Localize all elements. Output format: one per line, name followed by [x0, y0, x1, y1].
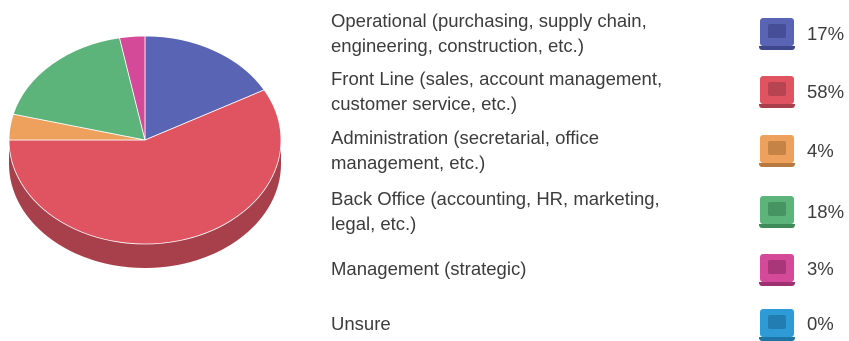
- legend-label: Front Line (sales, account management, cu…: [331, 66, 721, 116]
- legend-value: 4%: [807, 139, 834, 161]
- legend-label: Administration (secretarial, office manag…: [331, 125, 721, 175]
- legend-label-line: engineering, construction, etc.): [331, 35, 584, 56]
- legend-label-line: Front Line (sales, account management,: [331, 68, 663, 89]
- legend-item-4: Management (strategic) 3%: [331, 253, 849, 286]
- legend-swatch: [759, 253, 795, 286]
- pie-top: [8, 35, 282, 245]
- legend-label: Management (strategic): [331, 256, 721, 281]
- legend-swatch: [759, 135, 795, 167]
- legend-value: 0%: [807, 313, 834, 334]
- pie-chart: [8, 35, 282, 268]
- legend-swatch: [759, 196, 795, 228]
- legend-label-line: management, etc.): [331, 152, 486, 173]
- legend-label-line: Operational (purchasing, supply chain,: [331, 10, 647, 31]
- legend-swatch: [759, 308, 795, 341]
- legend-label-line: Back Office (accounting, HR, marketing,: [331, 188, 660, 209]
- legend-item-0: Operational (purchasing, supply chain, en…: [331, 8, 849, 58]
- legend-item-1: Front Line (sales, account management, cu…: [331, 66, 849, 116]
- legend-swatch: [759, 76, 795, 108]
- legend-swatch: [759, 18, 795, 50]
- legend-value: 58%: [807, 80, 845, 102]
- legend-label: Unsure: [331, 311, 721, 336]
- legend-item-3: Back Office (accounting, HR, marketing, l…: [331, 186, 849, 236]
- legend-label: Back Office (accounting, HR, marketing, l…: [331, 186, 721, 236]
- legend-label-line: legal, etc.): [331, 213, 417, 234]
- legend-label-line: Management (strategic): [331, 258, 527, 279]
- legend-value: 17%: [807, 22, 845, 44]
- legend-value: 18%: [807, 200, 845, 222]
- legend-item-2: Administration (secretarial, office manag…: [331, 125, 849, 175]
- legend-value: 3%: [807, 258, 834, 279]
- legend-item-5: Unsure 0%: [331, 308, 849, 341]
- legend-label-line: Administration (secretarial, office: [331, 127, 600, 148]
- legend-label-line: Unsure: [331, 313, 391, 334]
- legend-label-line: customer service, etc.): [331, 93, 518, 114]
- legend-label: Operational (purchasing, supply chain, en…: [331, 8, 721, 58]
